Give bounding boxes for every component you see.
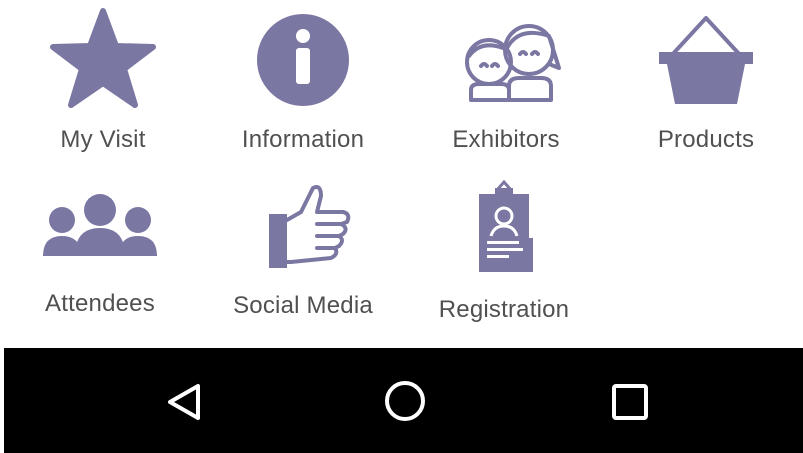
menu-item-exhibitors[interactable]: Exhibitors [421,8,591,154]
menu-item-registration[interactable]: Registration [419,178,589,324]
menu-item-label: Products [657,126,755,153]
menu-item-label: My Visit [60,126,146,153]
menu-item-my-visit[interactable]: My Visit [18,8,188,154]
badge-icon [479,179,533,272]
thumbs-up-icon [269,185,351,268]
menu-item-attendees[interactable]: Attendees [15,186,185,318]
menu-item-label: Attendees [45,290,155,317]
home-button[interactable] [382,378,428,429]
home-circle-icon [385,381,425,421]
menu-item-label: Exhibitors [452,126,560,153]
menu-item-label: Information [241,126,365,153]
star-icon [50,8,156,108]
menu-item-products[interactable]: Products [621,8,791,154]
menu-item-label: Social Media [233,292,373,319]
people-pair-icon [465,24,561,102]
menu-item-information[interactable]: Information [218,8,388,154]
home-menu-grid: My Visit Information Exhibitors Products… [0,0,803,348]
recents-button[interactable] [608,380,652,429]
back-triangle-icon [168,384,200,420]
basket-icon [659,16,753,104]
menu-item-social-media[interactable]: Social Media [218,182,388,320]
recents-square-icon [612,384,648,420]
android-nav-bar [4,348,803,453]
menu-item-label: Registration [438,296,570,323]
group-icon [43,194,157,256]
back-button[interactable] [162,380,206,429]
info-icon [257,14,349,106]
